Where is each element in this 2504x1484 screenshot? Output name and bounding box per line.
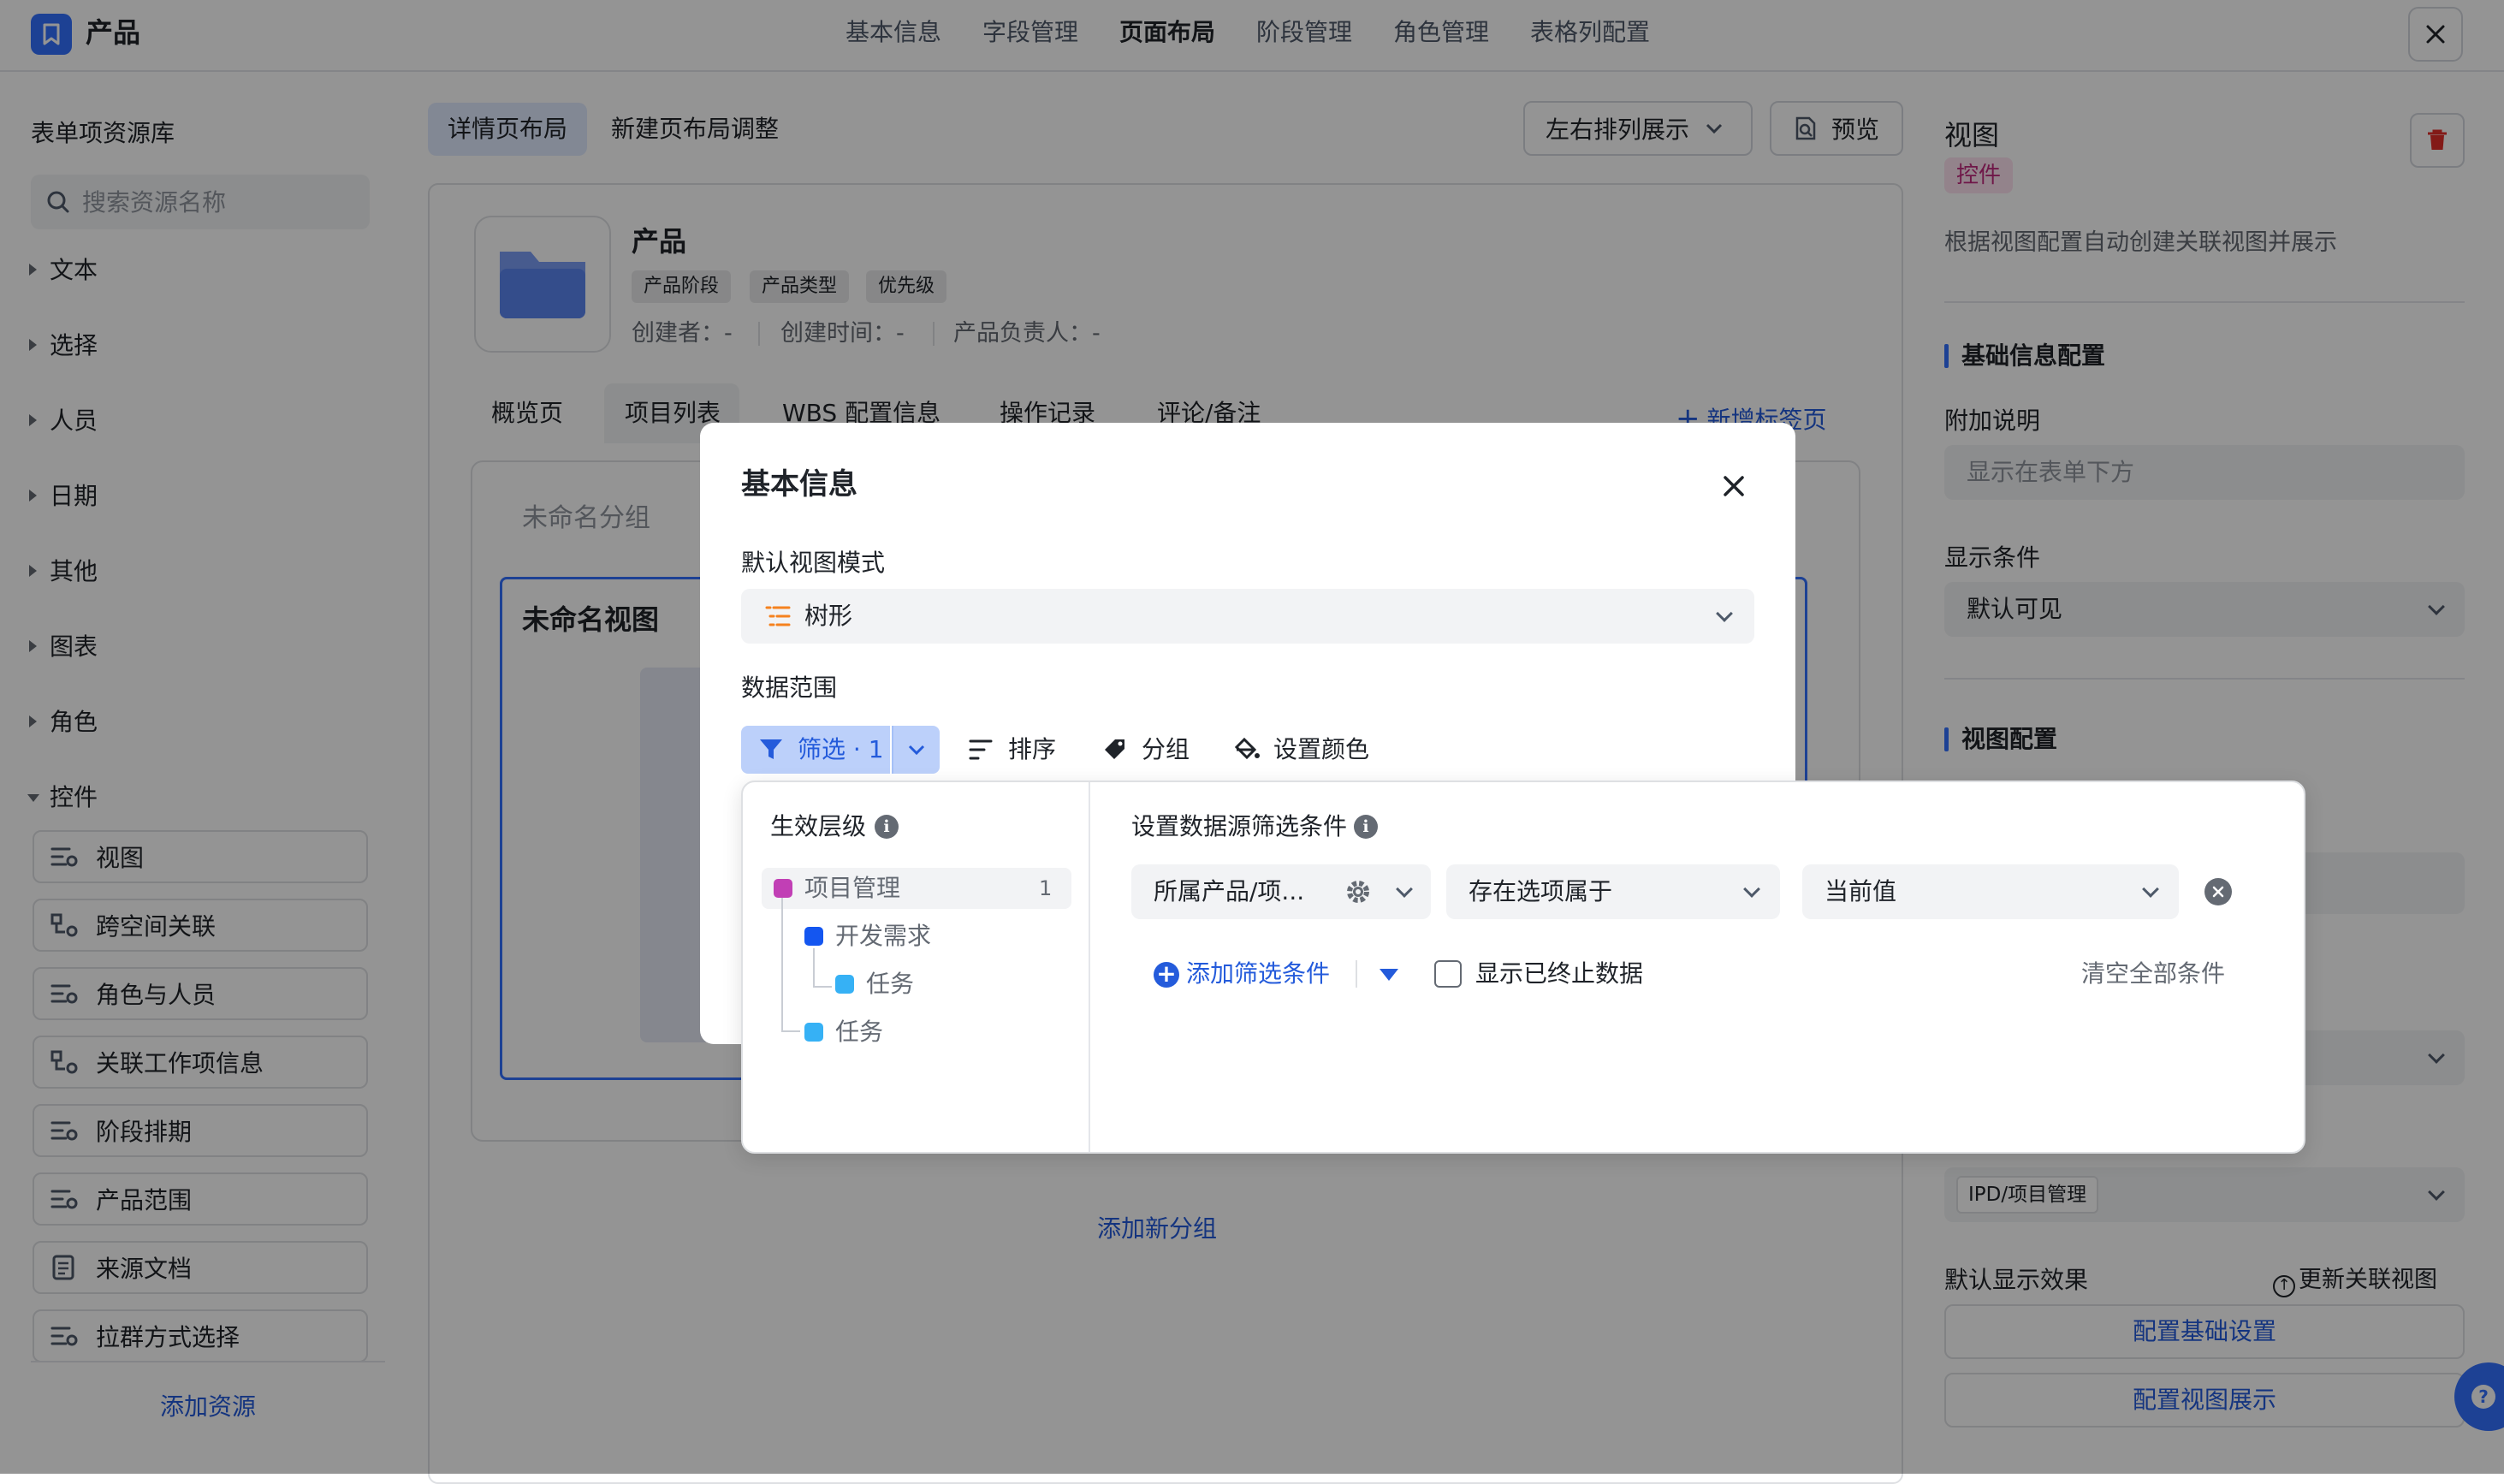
close-circle-icon — [2212, 886, 2224, 898]
effective-level-title: 生效层级 — [770, 811, 866, 842]
tree-color-square — [804, 1023, 823, 1042]
group-button[interactable]: 分组 — [1102, 729, 1190, 770]
filter-button[interactable]: 筛选 · 1 — [741, 726, 890, 774]
show-ended-label[interactable]: 显示已终止数据 — [1475, 957, 1643, 991]
tree-list-icon — [765, 606, 791, 626]
tree-connector — [781, 897, 783, 1032]
modal-close-button[interactable] — [1715, 467, 1753, 505]
clear-all-conditions-button[interactable]: 清空全部条件 — [2081, 957, 2225, 991]
tree-connector — [781, 1030, 800, 1032]
popover-divider — [1089, 782, 1090, 1152]
condition-field-select[interactable]: 所属产品/项... — [1131, 864, 1431, 919]
sort-button[interactable]: 排序 — [969, 729, 1056, 770]
close-icon — [1724, 476, 1744, 496]
effective-level-label: 生效层级 — [770, 812, 867, 840]
sort-icon — [969, 739, 993, 760]
modal-title: 基本信息 — [741, 467, 857, 502]
tree-item-dev-requirement[interactable]: 开发需求 — [835, 921, 931, 952]
view-mode-label: 默认视图模式 — [741, 549, 886, 577]
filter-condition-title: 设置数据源筛选条件 — [1131, 812, 1348, 840]
gear-icon[interactable] — [1345, 879, 1371, 905]
tree-item-project-management[interactable]: 项目管理 — [804, 873, 900, 904]
add-condition-button[interactable]: 添加筛选条件 — [1152, 957, 1330, 991]
condition-value: 当前值 — [1825, 877, 1897, 905]
remove-condition-button[interactable] — [2204, 878, 2232, 905]
tree-item-task[interactable]: 任务 — [835, 1017, 883, 1048]
condition-operator-select[interactable]: 存在选项属于 — [1446, 864, 1780, 919]
condition-field-value: 所属产品/项... — [1154, 877, 1305, 905]
tree-color-square — [804, 927, 823, 946]
chevron-down-icon — [1743, 881, 1760, 898]
tree-connector — [813, 986, 832, 988]
condition-operator-value: 存在选项属于 — [1469, 877, 1613, 905]
divider — [1356, 960, 1357, 988]
tree-item-count: 1 — [1039, 876, 1053, 900]
tree-item-task[interactable]: 任务 — [866, 969, 914, 1000]
data-range-label: 数据范围 — [741, 674, 838, 702]
sort-label: 排序 — [1008, 735, 1057, 763]
info-icon[interactable]: i — [875, 815, 899, 839]
tree-color-square — [835, 975, 854, 994]
chevron-down-icon — [1716, 605, 1733, 622]
filter-icon — [760, 739, 782, 759]
view-mode-value: 树形 — [804, 602, 853, 630]
chevron-down-icon — [908, 745, 925, 756]
paint-bucket-icon — [1234, 737, 1260, 760]
view-mode-select[interactable]: 树形 — [741, 589, 1754, 644]
filter-dropdown-button[interactable] — [892, 726, 940, 774]
tree-connector — [813, 948, 815, 988]
filter-button-label: 筛选 · 1 — [798, 735, 884, 763]
set-color-label: 设置颜色 — [1273, 735, 1370, 763]
tree-color-square — [774, 879, 792, 898]
info-icon[interactable]: i — [1354, 815, 1378, 839]
chevron-down-icon — [2142, 881, 2159, 898]
group-label: 分组 — [1142, 735, 1190, 763]
set-color-button[interactable]: 设置颜色 — [1234, 729, 1369, 770]
tag-icon — [1105, 739, 1124, 759]
chevron-down-icon — [1396, 881, 1413, 898]
caret-down-icon[interactable] — [1380, 969, 1398, 981]
condition-value-select[interactable]: 当前值 — [1802, 864, 2179, 919]
show-ended-checkbox[interactable] — [1434, 960, 1462, 988]
